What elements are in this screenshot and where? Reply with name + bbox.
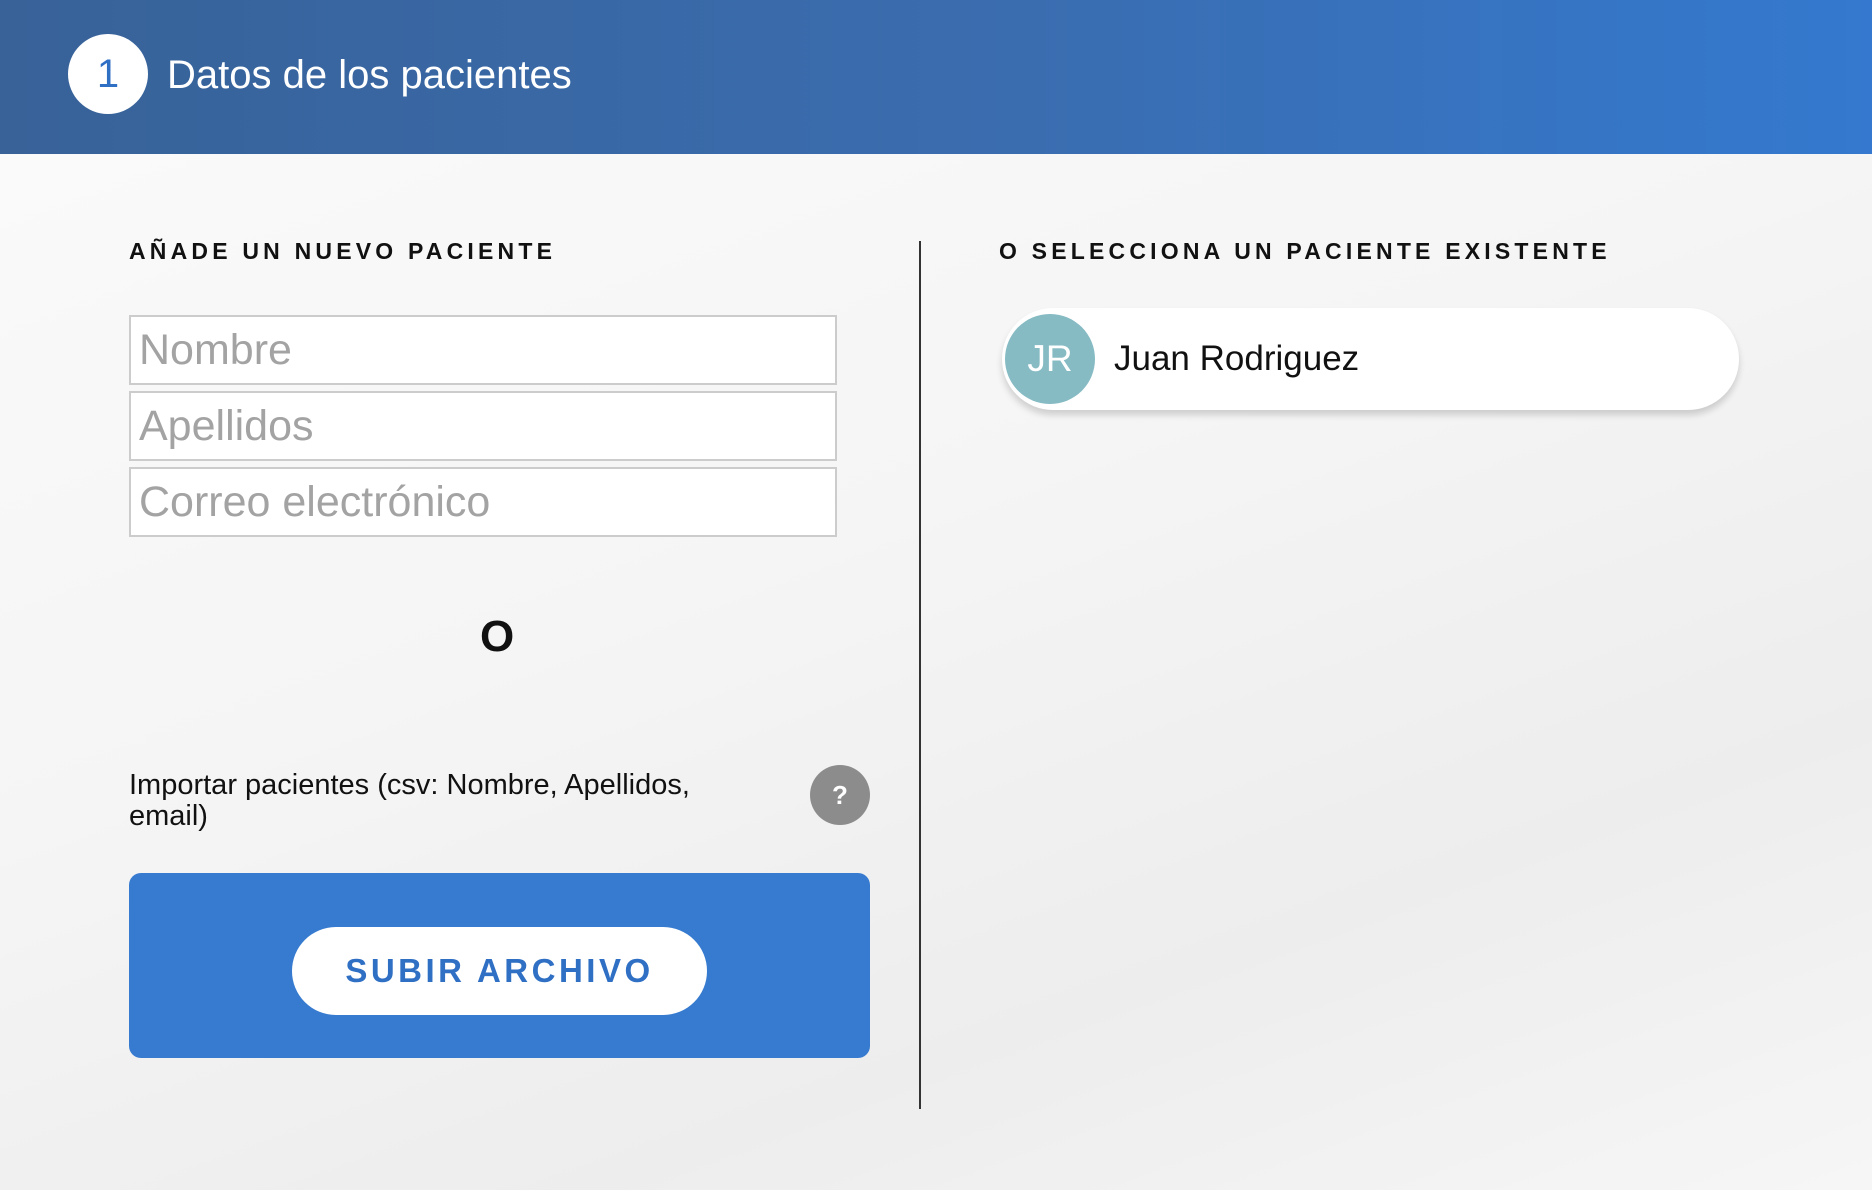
first-name-input[interactable]: [129, 315, 837, 385]
email-input[interactable]: [129, 467, 837, 537]
upload-panel: SUBIR ARCHIVO: [129, 873, 870, 1058]
page-header: 1 Datos de los pacientes: [0, 0, 1872, 154]
avatar: JR: [1005, 314, 1095, 404]
existing-patients-heading: O SELECCIONA UN PACIENTE EXISTENTE: [999, 238, 1611, 264]
column-divider: [919, 241, 921, 1109]
patient-name: Juan Rodriguez: [1114, 339, 1360, 378]
question-mark-icon[interactable]: ?: [810, 765, 870, 825]
upload-file-button[interactable]: SUBIR ARCHIVO: [292, 927, 707, 1015]
page-title: Datos de los pacientes: [167, 53, 572, 97]
new-patient-heading: AÑADE UN NUEVO PACIENTE: [129, 238, 557, 264]
import-patients-label: Importar pacientes (csv: Nombre, Apellid…: [129, 769, 690, 832]
patient-list-item[interactable]: JR Juan Rodriguez: [1002, 308, 1739, 410]
or-separator-label: O: [480, 612, 515, 661]
step-number-badge: 1: [68, 34, 148, 114]
last-name-input[interactable]: [129, 391, 837, 461]
